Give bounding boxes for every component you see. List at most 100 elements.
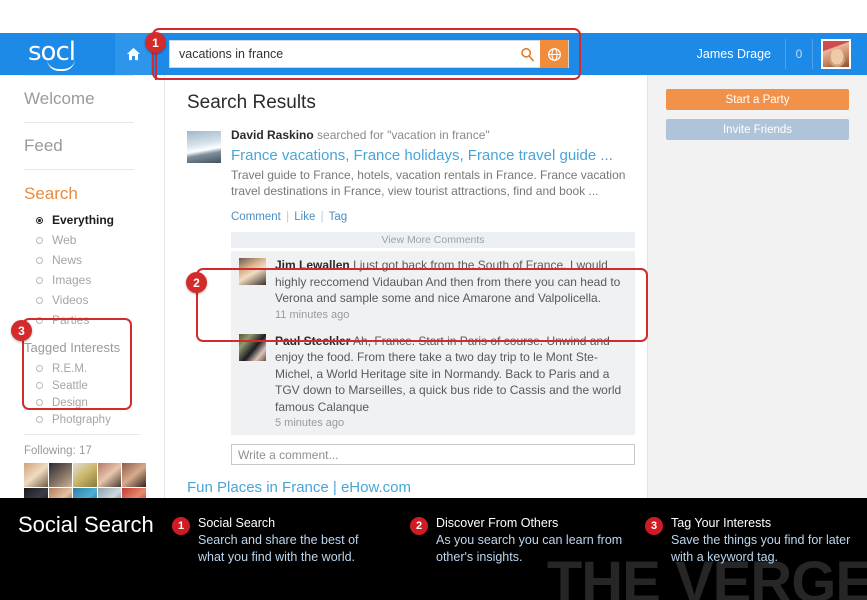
sidebar-filter-label: Videos (52, 293, 88, 307)
sidebar-tag-rem[interactable]: R.E.M. (24, 360, 164, 377)
caption-description: Search and share the best of what you fi… (198, 532, 387, 566)
result-author[interactable]: David Raskino (231, 128, 314, 142)
comment-body: Paul Steckler Ah, France. Start in Paris… (275, 333, 627, 430)
caption-title: Social Search (18, 512, 154, 538)
start-a-party-button[interactable]: Start a Party (666, 89, 849, 110)
list-item (49, 463, 73, 487)
following-count-label: Following: 17 (24, 434, 140, 463)
sidebar-filter-label: News (52, 253, 82, 267)
search-submit-button[interactable] (514, 41, 540, 67)
sidebar-tag-design[interactable]: Design (24, 394, 164, 411)
message-count-badge[interactable]: 0 (785, 39, 813, 69)
search-input[interactable] (170, 47, 514, 61)
caption-item-2: 2 Discover From Others As you search you… (410, 516, 625, 566)
result-description: Travel guide to France, hotels, vacation… (231, 167, 627, 199)
result-link-title[interactable]: France vacations, France holidays, Franc… (231, 142, 627, 167)
caption-heading: Social Search (198, 516, 387, 532)
sidebar-filter-label: Web (52, 233, 76, 247)
radio-icon (36, 237, 43, 244)
caption-text-2: Discover From Others As you search you c… (436, 516, 625, 566)
right-sidebar: Start a Party Invite Friends (647, 75, 867, 505)
avatar[interactable] (239, 258, 266, 285)
magnifier-icon (520, 47, 535, 62)
sidebar-item-feed[interactable]: Feed (24, 123, 164, 169)
sidebar-filter-web[interactable]: Web (24, 230, 164, 250)
annotation-badge-1: 1 (145, 32, 166, 53)
home-icon (126, 47, 141, 61)
tag-link[interactable]: Tag (329, 211, 348, 223)
left-sidebar: Welcome Feed Search Everything Web News … (0, 75, 165, 505)
sidebar-item-welcome[interactable]: Welcome (24, 76, 164, 122)
caption-text-3: Tag Your Interests Save the things you f… (671, 516, 860, 566)
caption-badge-1: 1 (172, 517, 190, 535)
sidebar-filter-label: Images (52, 273, 91, 287)
search-results-column: Search Results David Raskino searched fo… (165, 75, 647, 505)
caption-description: As you search you can learn from other's… (436, 532, 625, 566)
sidebar-filter-label: Everything (52, 213, 114, 227)
like-link[interactable]: Like (294, 211, 315, 223)
result-action-links: Comment | Like | Tag (231, 199, 627, 223)
sidebar-filter-label: Parties (52, 313, 89, 327)
caption-item-3: 3 Tag Your Interests Save the things you… (645, 516, 860, 566)
radio-icon (36, 257, 43, 264)
comment-item: Jim Lewallen I just got back from the So… (231, 251, 635, 327)
sidebar-filter-everything[interactable]: Everything (24, 210, 164, 230)
result-body: David Raskino searched for "vacation in … (231, 128, 627, 223)
next-result-link-title[interactable]: Fun Places in France | eHow.com (185, 465, 627, 496)
comment-author[interactable]: Jim Lewallen (275, 258, 350, 272)
sidebar-tag-label: R.E.M. (52, 363, 87, 375)
result-meta: David Raskino searched for "vacation in … (231, 128, 627, 142)
caption-badge-2: 2 (410, 517, 428, 535)
radio-icon (36, 277, 43, 284)
page-columns: Welcome Feed Search Everything Web News … (0, 75, 867, 505)
comment-body: Jim Lewallen I just got back from the So… (275, 257, 627, 321)
sidebar-filter-parties[interactable]: Parties (24, 310, 164, 330)
globe-search-button[interactable] (540, 40, 568, 68)
radio-icon (36, 399, 43, 406)
user-menu[interactable]: James Drage 0 (697, 33, 867, 75)
comment-text-wrapper: Paul Steckler Ah, France. Start in Paris… (275, 333, 627, 416)
radio-icon (36, 217, 43, 224)
sidebar-filter-videos[interactable]: Videos (24, 290, 164, 310)
view-more-comments-button[interactable]: View More Comments (231, 232, 635, 248)
list-item (73, 463, 97, 487)
write-comment-input[interactable]: Write a comment... (231, 444, 635, 465)
username-label[interactable]: James Drage (697, 47, 771, 61)
sidebar-filter-news[interactable]: News (24, 250, 164, 270)
result-action-text: searched for "vacation in france" (317, 128, 490, 142)
caption-text-1: Social Search Search and share the best … (198, 516, 387, 566)
caption-badge-3: 3 (645, 517, 663, 535)
sidebar-tag-label: Photgraphy (52, 414, 111, 426)
caption-heading: Discover From Others (436, 516, 625, 532)
caption-item-1: 1 Social Search Search and share the bes… (172, 516, 387, 566)
sidebar-tag-seattle[interactable]: Seattle (24, 377, 164, 394)
radio-icon (36, 297, 43, 304)
socl-logo[interactable]: socl (0, 37, 115, 67)
page-title: Search Results (185, 75, 627, 128)
sidebar-filter-images[interactable]: Images (24, 270, 164, 290)
annotation-badge-3: 3 (11, 320, 32, 341)
sidebar-heading-search: Search (24, 170, 164, 210)
sidebar-tag-photography[interactable]: Photgraphy (24, 411, 164, 428)
list-item (24, 463, 48, 487)
sidebar-heading-tagged-interests: Tagged Interests (24, 330, 164, 360)
list-item (122, 463, 146, 487)
search-result-post: David Raskino searched for "vacation in … (185, 128, 627, 223)
sidebar-tag-label: Design (52, 397, 88, 409)
comment-link[interactable]: Comment (231, 211, 281, 223)
comment-text-wrapper: Jim Lewallen I just got back from the So… (275, 257, 627, 307)
avatar[interactable] (821, 39, 851, 69)
caption-description: Save the things you find for later with … (671, 532, 860, 566)
list-item (98, 463, 122, 487)
caption-strip: THE VERGE Social Search 1 Social Search … (0, 498, 867, 600)
invite-friends-button[interactable]: Invite Friends (666, 119, 849, 140)
result-thumbnail[interactable] (187, 131, 221, 163)
action-separator: | (284, 211, 291, 223)
caption-heading: Tag Your Interests (671, 516, 860, 532)
socl-app-window: socl (0, 0, 867, 505)
search-bar[interactable] (169, 40, 569, 68)
avatar[interactable] (239, 334, 266, 361)
action-separator: | (319, 211, 326, 223)
comment-author[interactable]: Paul Steckler (275, 334, 350, 348)
radio-icon (36, 382, 43, 389)
